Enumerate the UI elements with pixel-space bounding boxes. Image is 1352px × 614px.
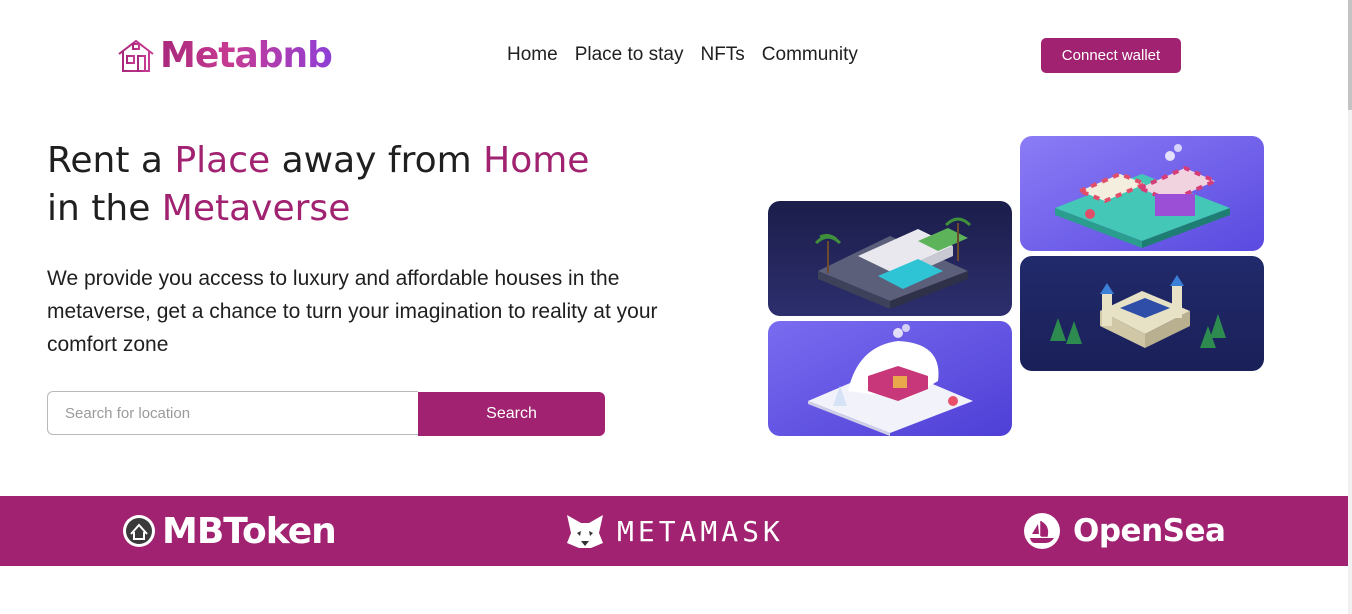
title-part: away from: [270, 140, 484, 181]
search-location-input[interactable]: [47, 391, 418, 435]
nav-home[interactable]: Home: [507, 44, 558, 66]
modern-villa-illustration-icon: [768, 201, 1012, 316]
partner-opensea[interactable]: OpenSea: [1023, 496, 1226, 566]
search-button[interactable]: Search: [418, 392, 605, 436]
main-nav: Home Place to stay NFTs Community: [507, 44, 858, 66]
castle-fort-illustration-icon: [1020, 256, 1264, 371]
metamask-fox-icon: [567, 515, 603, 548]
metamask-label: METAMASK: [617, 514, 784, 548]
title-highlight-home: Home: [483, 140, 590, 181]
nft-card-castle[interactable]: [1020, 256, 1264, 371]
scrollbar-thumb[interactable]: [1348, 0, 1352, 110]
nav-community[interactable]: Community: [762, 44, 858, 66]
mbtoken-label: MBToken: [162, 510, 337, 552]
partner-metamask[interactable]: METAMASK: [565, 496, 784, 566]
mbtoken-coin-icon: [123, 515, 155, 547]
market-stall-illustration-icon: [1020, 136, 1264, 251]
title-part: Rent a: [47, 140, 175, 181]
hero-title: Rent a Place away from Home in the Metav…: [47, 137, 687, 233]
opensea-label: OpenSea: [1073, 513, 1226, 549]
partners-band: MBToken METAMASK OpenSea: [0, 496, 1348, 566]
logo[interactable]: Metabnb: [116, 35, 333, 76]
logo-text: Metabnb: [160, 35, 333, 76]
hero-description: We provide you access to luxury and affo…: [47, 267, 658, 356]
snow-cottage-illustration-icon: [768, 321, 1012, 436]
nav-place-to-stay[interactable]: Place to stay: [575, 44, 684, 66]
page-scrollbar[interactable]: [1348, 0, 1352, 614]
title-highlight-place: Place: [174, 140, 271, 181]
title-highlight-metaverse: Metaverse: [161, 188, 351, 229]
nft-card-market-stall[interactable]: [1020, 136, 1264, 251]
opensea-logo-icon: [1024, 513, 1060, 549]
nft-card-villa[interactable]: [768, 201, 1012, 316]
connect-wallet-button[interactable]: Connect wallet: [1041, 38, 1181, 73]
nft-card-snow-cottage[interactable]: [768, 321, 1012, 436]
partner-mbtoken[interactable]: MBToken: [122, 496, 337, 566]
title-part: in the: [47, 188, 162, 229]
nav-nfts[interactable]: NFTs: [700, 44, 744, 66]
house-logo-icon: [118, 39, 154, 72]
